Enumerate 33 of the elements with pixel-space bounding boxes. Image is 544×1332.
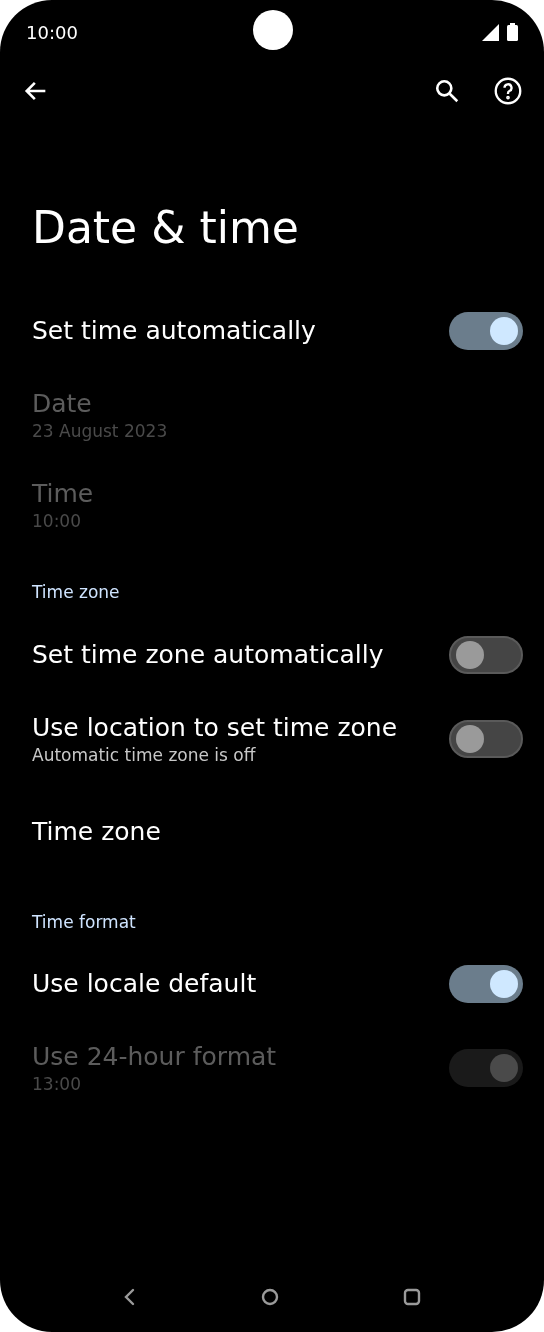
row-title: Date <box>32 388 93 420</box>
toggle-switch[interactable] <box>449 719 523 758</box>
toggle-switch[interactable] <box>449 312 523 350</box>
row-subtitle: 23 August 2023 <box>32 420 168 442</box>
settings-row[interactable]: Set time automatically <box>0 292 544 370</box>
signal-icon <box>482 23 499 41</box>
row-title: Set time automatically <box>32 315 316 347</box>
help-icon[interactable] <box>494 77 522 105</box>
row-title: Use locale default <box>32 968 257 1000</box>
row-title: Use location to set time zone <box>32 711 398 744</box>
row-title: Time <box>32 478 94 510</box>
camera-cutout <box>253 10 293 50</box>
toggle-switch[interactable] <box>449 965 523 1003</box>
nav-home-icon[interactable] <box>261 1288 279 1306</box>
settings-row[interactable]: Set time zone automatically <box>0 615 544 694</box>
row-subtitle: Automatic time zone is off <box>32 743 257 766</box>
status-time: 10:00 <box>26 20 78 45</box>
nav-back-icon[interactable] <box>123 1288 137 1306</box>
row-subtitle: 13:00 <box>32 1073 82 1095</box>
row-title: Use 24-hour format <box>32 1041 277 1073</box>
row-title: Time zone <box>32 815 161 848</box>
page-title: Date & time <box>32 202 300 254</box>
section-header: Time zone <box>32 582 120 602</box>
settings-row[interactable]: Use location to set time zone Automatic time zone is off <box>0 693 544 784</box>
search-icon[interactable] <box>434 78 460 104</box>
nav-recents-icon[interactable] <box>403 1288 421 1306</box>
section-header: Time format <box>32 911 136 932</box>
toggle-switch[interactable] <box>449 635 523 674</box>
settings-row[interactable]: Time zone <box>0 783 544 880</box>
settings-row[interactable]: Use locale default <box>0 945 544 1023</box>
row-title: Set time zone automatically <box>32 638 384 671</box>
row-subtitle: 10:00 <box>32 510 82 532</box>
battery-icon <box>507 23 518 41</box>
